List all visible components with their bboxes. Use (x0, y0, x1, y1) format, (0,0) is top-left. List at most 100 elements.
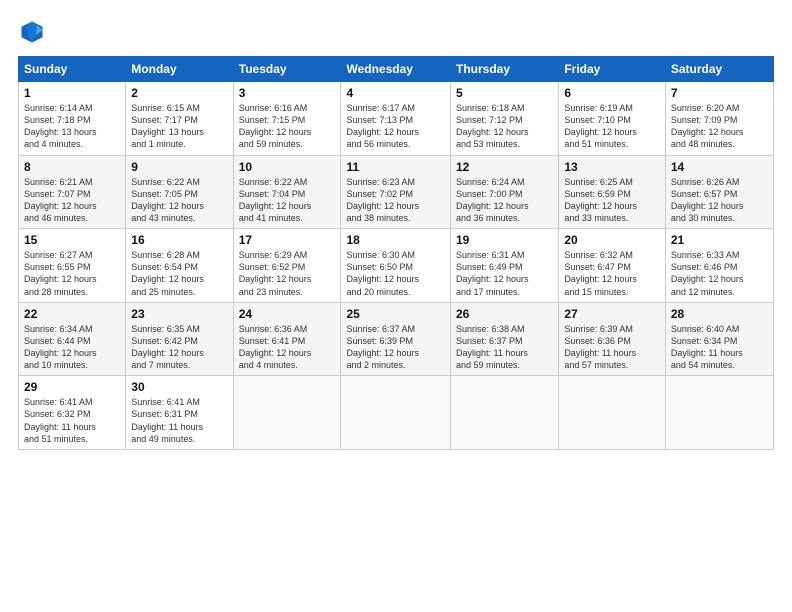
day-number: 6 (564, 86, 660, 100)
calendar-table: SundayMondayTuesdayWednesdayThursdayFrid… (18, 56, 774, 450)
calendar-cell: 11 Sunrise: 6:23 AM Sunset: 7:02 PM Dayli… (341, 155, 451, 229)
day-number: 22 (24, 307, 120, 321)
calendar-cell: 22 Sunrise: 6:34 AM Sunset: 6:44 PM Dayli… (19, 302, 126, 376)
calendar-page: SundayMondayTuesdayWednesdayThursdayFrid… (0, 0, 792, 612)
logo (18, 18, 50, 46)
day-number: 1 (24, 86, 120, 100)
weekday-header-sunday: Sunday (19, 57, 126, 82)
day-detail: Sunrise: 6:41 AM Sunset: 6:31 PM Dayligh… (131, 396, 227, 445)
calendar-cell (559, 376, 666, 450)
day-number: 12 (456, 160, 553, 174)
day-detail: Sunrise: 6:24 AM Sunset: 7:00 PM Dayligh… (456, 176, 553, 225)
day-detail: Sunrise: 6:23 AM Sunset: 7:02 PM Dayligh… (346, 176, 445, 225)
weekday-header-tuesday: Tuesday (233, 57, 341, 82)
day-detail: Sunrise: 6:30 AM Sunset: 6:50 PM Dayligh… (346, 249, 445, 298)
day-number: 7 (671, 86, 768, 100)
calendar-cell: 10Sunrise: 6:22 AM Sunset: 7:04 PM Dayli… (233, 155, 341, 229)
calendar-cell: 20Sunrise: 6:32 AM Sunset: 6:47 PM Dayli… (559, 229, 666, 303)
day-detail: Sunrise: 6:35 AM Sunset: 6:42 PM Dayligh… (131, 323, 227, 372)
day-number: 30 (131, 380, 227, 394)
day-number: 9 (131, 160, 227, 174)
weekday-header-friday: Friday (559, 57, 666, 82)
day-detail: Sunrise: 6:16 AM Sunset: 7:15 PM Dayligh… (239, 102, 336, 151)
day-detail: Sunrise: 6:17 AM Sunset: 7:13 PM Dayligh… (346, 102, 445, 151)
calendar-cell: 26 Sunrise: 6:38 AM Sunset: 6:37 PM Dayli… (451, 302, 559, 376)
day-number: 4 (346, 86, 445, 100)
calendar-cell: 18Sunrise: 6:30 AM Sunset: 6:50 PM Dayli… (341, 229, 451, 303)
day-number: 10 (239, 160, 336, 174)
day-number: 29 (24, 380, 120, 394)
day-number: 24 (239, 307, 336, 321)
calendar-cell: 5 Sunrise: 6:18 AM Sunset: 7:12 PM Daylig… (451, 82, 559, 156)
day-detail: Sunrise: 6:34 AM Sunset: 6:44 PM Dayligh… (24, 323, 120, 372)
day-detail: Sunrise: 6:39 AM Sunset: 6:36 PM Dayligh… (564, 323, 660, 372)
day-number: 17 (239, 233, 336, 247)
day-number: 2 (131, 86, 227, 100)
calendar-cell: 15 Sunrise: 6:27 AM Sunset: 6:55 PM Dayli… (19, 229, 126, 303)
weekday-header-wednesday: Wednesday (341, 57, 451, 82)
calendar-cell: 16 Sunrise: 6:28 AM Sunset: 6:54 PM Dayli… (126, 229, 233, 303)
day-detail: Sunrise: 6:21 AM Sunset: 7:07 PM Dayligh… (24, 176, 120, 225)
day-detail: Sunrise: 6:22 AM Sunset: 7:05 PM Dayligh… (131, 176, 227, 225)
calendar-cell: 28 Sunrise: 6:40 AM Sunset: 6:34 PM Dayli… (665, 302, 773, 376)
calendar-week-row: 8 Sunrise: 6:21 AM Sunset: 7:07 PM Daylig… (19, 155, 774, 229)
day-detail: Sunrise: 6:15 AM Sunset: 7:17 PM Dayligh… (131, 102, 227, 151)
calendar-week-row: 15 Sunrise: 6:27 AM Sunset: 6:55 PM Dayli… (19, 229, 774, 303)
calendar-cell: 29 Sunrise: 6:41 AM Sunset: 6:32 PM Dayli… (19, 376, 126, 450)
calendar-cell: 30 Sunrise: 6:41 AM Sunset: 6:31 PM Dayli… (126, 376, 233, 450)
calendar-cell: 1 Sunrise: 6:14 AM Sunset: 7:18 PM Daylig… (19, 82, 126, 156)
day-detail: Sunrise: 6:26 AM Sunset: 6:57 PM Dayligh… (671, 176, 768, 225)
calendar-header-row: SundayMondayTuesdayWednesdayThursdayFrid… (19, 57, 774, 82)
day-number: 19 (456, 233, 553, 247)
calendar-cell: 14Sunrise: 6:26 AM Sunset: 6:57 PM Dayli… (665, 155, 773, 229)
day-number: 5 (456, 86, 553, 100)
day-detail: Sunrise: 6:31 AM Sunset: 6:49 PM Dayligh… (456, 249, 553, 298)
day-number: 28 (671, 307, 768, 321)
day-number: 21 (671, 233, 768, 247)
day-detail: Sunrise: 6:20 AM Sunset: 7:09 PM Dayligh… (671, 102, 768, 151)
calendar-week-row: 1 Sunrise: 6:14 AM Sunset: 7:18 PM Daylig… (19, 82, 774, 156)
day-number: 27 (564, 307, 660, 321)
day-detail: Sunrise: 6:32 AM Sunset: 6:47 PM Dayligh… (564, 249, 660, 298)
calendar-cell: 7 Sunrise: 6:20 AM Sunset: 7:09 PM Daylig… (665, 82, 773, 156)
day-number: 26 (456, 307, 553, 321)
day-number: 3 (239, 86, 336, 100)
day-detail: Sunrise: 6:19 AM Sunset: 7:10 PM Dayligh… (564, 102, 660, 151)
day-detail: Sunrise: 6:25 AM Sunset: 6:59 PM Dayligh… (564, 176, 660, 225)
calendar-cell: 25 Sunrise: 6:37 AM Sunset: 6:39 PM Dayli… (341, 302, 451, 376)
day-detail: Sunrise: 6:28 AM Sunset: 6:54 PM Dayligh… (131, 249, 227, 298)
calendar-cell: 17 Sunrise: 6:29 AM Sunset: 6:52 PM Dayli… (233, 229, 341, 303)
weekday-header-saturday: Saturday (665, 57, 773, 82)
weekday-header-monday: Monday (126, 57, 233, 82)
calendar-cell (665, 376, 773, 450)
day-number: 25 (346, 307, 445, 321)
calendar-cell (233, 376, 341, 450)
calendar-cell: 2 Sunrise: 6:15 AM Sunset: 7:17 PM Daylig… (126, 82, 233, 156)
day-number: 16 (131, 233, 227, 247)
day-number: 13 (564, 160, 660, 174)
calendar-cell: 21 Sunrise: 6:33 AM Sunset: 6:46 PM Dayli… (665, 229, 773, 303)
calendar-cell: 9 Sunrise: 6:22 AM Sunset: 7:05 PM Daylig… (126, 155, 233, 229)
calendar-cell: 23Sunrise: 6:35 AM Sunset: 6:42 PM Dayli… (126, 302, 233, 376)
day-number: 8 (24, 160, 120, 174)
calendar-cell: 19 Sunrise: 6:31 AM Sunset: 6:49 PM Dayli… (451, 229, 559, 303)
day-number: 11 (346, 160, 445, 174)
day-detail: Sunrise: 6:33 AM Sunset: 6:46 PM Dayligh… (671, 249, 768, 298)
day-detail: Sunrise: 6:37 AM Sunset: 6:39 PM Dayligh… (346, 323, 445, 372)
calendar-cell: 6 Sunrise: 6:19 AM Sunset: 7:10 PM Daylig… (559, 82, 666, 156)
day-detail: Sunrise: 6:29 AM Sunset: 6:52 PM Dayligh… (239, 249, 336, 298)
day-detail: Sunrise: 6:41 AM Sunset: 6:32 PM Dayligh… (24, 396, 120, 445)
calendar-cell: 13 Sunrise: 6:25 AM Sunset: 6:59 PM Dayli… (559, 155, 666, 229)
day-detail: Sunrise: 6:36 AM Sunset: 6:41 PM Dayligh… (239, 323, 336, 372)
day-detail: Sunrise: 6:18 AM Sunset: 7:12 PM Dayligh… (456, 102, 553, 151)
calendar-cell: 27 Sunrise: 6:39 AM Sunset: 6:36 PM Dayli… (559, 302, 666, 376)
day-detail: Sunrise: 6:27 AM Sunset: 6:55 PM Dayligh… (24, 249, 120, 298)
weekday-header-thursday: Thursday (451, 57, 559, 82)
calendar-cell: 3 Sunrise: 6:16 AM Sunset: 7:15 PM Daylig… (233, 82, 341, 156)
day-number: 15 (24, 233, 120, 247)
day-detail: Sunrise: 6:14 AM Sunset: 7:18 PM Dayligh… (24, 102, 120, 151)
day-detail: Sunrise: 6:40 AM Sunset: 6:34 PM Dayligh… (671, 323, 768, 372)
calendar-cell: 4 Sunrise: 6:17 AM Sunset: 7:13 PM Daylig… (341, 82, 451, 156)
page-header (18, 18, 774, 46)
day-detail: Sunrise: 6:38 AM Sunset: 6:37 PM Dayligh… (456, 323, 553, 372)
